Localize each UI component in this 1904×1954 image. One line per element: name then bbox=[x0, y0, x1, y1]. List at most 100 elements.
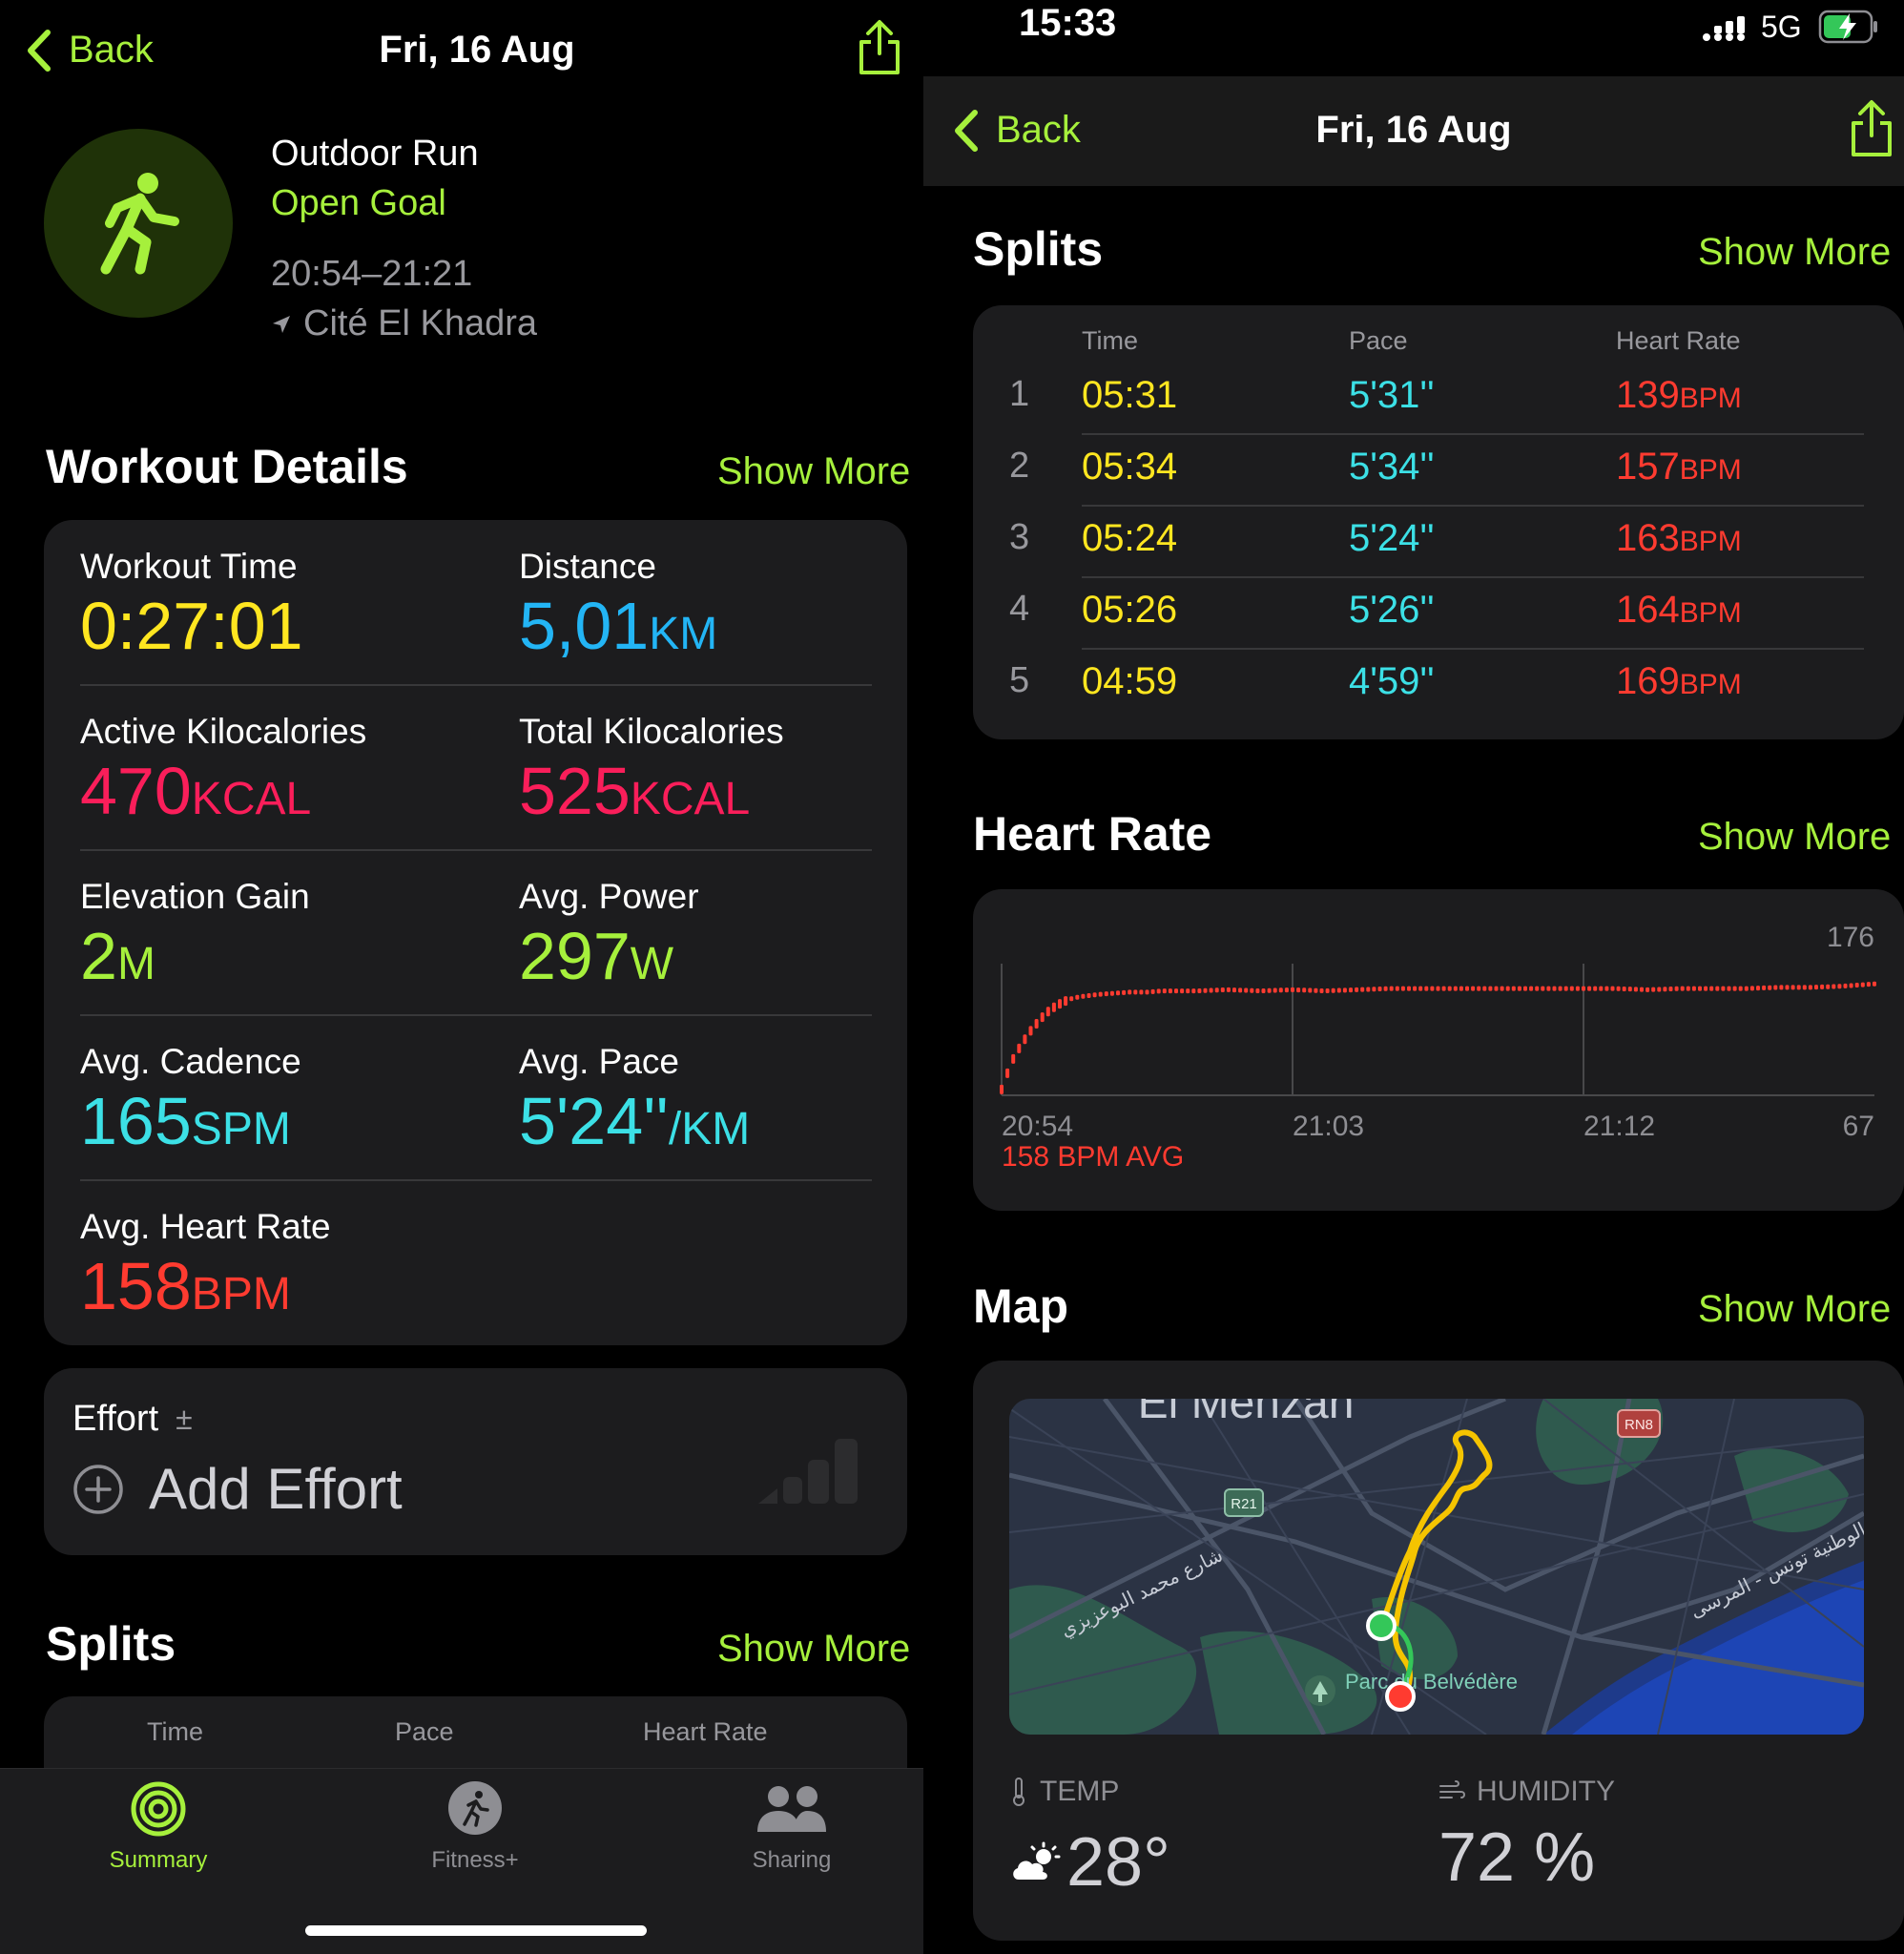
heart-rate-point bbox=[1168, 988, 1172, 994]
share-icon bbox=[859, 20, 900, 74]
metric-number: 2 bbox=[80, 919, 117, 993]
map-show-more[interactable]: Show More bbox=[1698, 1288, 1891, 1331]
heart-rate-point bbox=[1355, 987, 1359, 992]
metric-number: 470 bbox=[80, 754, 192, 828]
heart-rate-point bbox=[1023, 1034, 1027, 1045]
add-effort-label: Add Effort bbox=[149, 1457, 403, 1521]
heart-rate-point bbox=[1244, 987, 1249, 993]
heart-rate-point bbox=[1430, 986, 1435, 991]
heart-rate-point bbox=[1214, 987, 1219, 993]
heart-rate-point bbox=[1482, 986, 1487, 991]
chart-x-tick-label: 20:54 bbox=[1002, 1111, 1073, 1142]
heart-rate-point bbox=[1058, 999, 1062, 1009]
heart-rate-card: 20:54 21:03 21:12 176 67 158 BPM AVG bbox=[973, 889, 1904, 1211]
back-button[interactable]: Back bbox=[27, 29, 154, 72]
metric-unit: BPM bbox=[191, 1269, 291, 1320]
right-share-button[interactable] bbox=[1849, 99, 1894, 163]
heart-rate-point bbox=[1203, 987, 1208, 993]
plus-circle-icon bbox=[73, 1464, 123, 1514]
map-title: Map bbox=[973, 1279, 1068, 1333]
heart-rate-point bbox=[1663, 987, 1667, 992]
split-heart-rate-unit: BPM bbox=[1679, 383, 1742, 414]
battery-charging-icon bbox=[1818, 10, 1877, 44]
heart-rate-point bbox=[1709, 986, 1714, 991]
heart-rate-point bbox=[1680, 986, 1685, 991]
metric-divider bbox=[80, 1179, 872, 1181]
metric-value: 158BPM bbox=[80, 1253, 291, 1320]
tab-fitness-plus-label: Fitness+ bbox=[431, 1847, 519, 1873]
add-effort-button[interactable]: Add Effort bbox=[72, 1456, 403, 1522]
heart-rate-point bbox=[1238, 987, 1243, 993]
split-time: 04:59 bbox=[1082, 660, 1178, 702]
right-back-button[interactable]: Back bbox=[954, 109, 1081, 152]
metric-value: 0:27:01 bbox=[80, 592, 303, 659]
heart-rate-point bbox=[1308, 987, 1313, 993]
metric-divider bbox=[80, 849, 872, 851]
heart-rate-point bbox=[1150, 988, 1155, 994]
metric-number: 5'24'' bbox=[519, 1084, 669, 1158]
workout-type: Outdoor Run bbox=[271, 134, 479, 174]
fitness-plus-icon bbox=[448, 1781, 502, 1835]
heart-rate-point bbox=[1366, 987, 1371, 992]
right-back-label: Back bbox=[996, 109, 1081, 151]
heart-rate-point bbox=[1558, 986, 1563, 991]
chart-x-tick-label: 21:03 bbox=[1293, 1111, 1364, 1142]
split-pace: 5'24'' bbox=[1349, 517, 1435, 559]
heart-rate-point bbox=[1360, 987, 1365, 992]
splits-show-more[interactable]: Show More bbox=[1698, 231, 1891, 274]
heart-rate-point bbox=[1749, 986, 1754, 991]
metric-divider bbox=[80, 1014, 872, 1016]
heart-rate-point bbox=[1278, 987, 1283, 993]
heart-rate-point bbox=[1128, 989, 1132, 995]
metric-value: 297W bbox=[519, 923, 673, 989]
signal-icon bbox=[1703, 16, 1745, 41]
heart-rate-point bbox=[1837, 984, 1842, 989]
heart-rate-point bbox=[1296, 987, 1301, 993]
route-map[interactable]: RN8 R21 El Menzah شارع محمد البوعزيزي ال… bbox=[1009, 1399, 1864, 1735]
split-heart-rate-unit: BPM bbox=[1679, 454, 1742, 486]
heart-rate-point bbox=[1826, 984, 1831, 989]
effort-symbol: ± bbox=[176, 1402, 193, 1436]
metric-label: Active Kilocalories bbox=[80, 712, 367, 751]
metric-unit: KM bbox=[649, 609, 718, 659]
heart-rate-point bbox=[1459, 986, 1463, 991]
split-heart-rate: 157BPM bbox=[1616, 446, 1742, 488]
metric-label: Avg. Pace bbox=[519, 1042, 679, 1081]
heart-rate-point bbox=[1116, 990, 1120, 996]
heart-rate-point bbox=[1541, 986, 1545, 991]
splits-col-time: Time bbox=[1082, 326, 1138, 355]
heart-rate-point bbox=[1785, 985, 1790, 990]
heart-rate-point bbox=[1808, 985, 1812, 990]
splits-title: Splits bbox=[973, 222, 1104, 276]
metric-unit: /KM bbox=[668, 1104, 751, 1154]
heart-rate-point bbox=[1622, 986, 1626, 991]
heart-rate-point bbox=[1273, 987, 1277, 993]
split-divider bbox=[1082, 648, 1864, 650]
right-screen: 15:33 5G Back Fri, 16 Aug Splits Show Mo… bbox=[923, 0, 1904, 1954]
heart-rate-point bbox=[1453, 986, 1458, 991]
heart-rate-point bbox=[1005, 1068, 1010, 1078]
share-button[interactable] bbox=[857, 19, 902, 81]
heart-rate-point bbox=[1436, 986, 1440, 991]
heart-rate-point bbox=[1721, 986, 1726, 991]
split-divider bbox=[1082, 505, 1864, 507]
effort-card[interactable]: Effort ± Add Effort bbox=[44, 1368, 907, 1555]
split-heart-rate: 164BPM bbox=[1616, 589, 1742, 632]
left-splits-col-time: Time bbox=[147, 1717, 203, 1746]
heart-rate-point bbox=[1186, 988, 1190, 994]
heart-rate-point bbox=[1704, 986, 1708, 991]
split-pace: 5'31'' bbox=[1349, 374, 1435, 416]
heart-rate-point bbox=[1488, 986, 1493, 991]
heart-rate-point bbox=[1220, 987, 1225, 993]
left-splits-show-more[interactable]: Show More bbox=[717, 1628, 910, 1671]
heart-rate-point bbox=[1342, 987, 1347, 993]
people-icon bbox=[757, 1786, 826, 1832]
heart-rate-point bbox=[1156, 988, 1161, 994]
heart-rate-point bbox=[1336, 987, 1341, 993]
map-district-label: El Menzah bbox=[1138, 1399, 1355, 1428]
heart-rate-point bbox=[1651, 987, 1656, 992]
heart-rate-show-more[interactable]: Show More bbox=[1698, 816, 1891, 859]
heart-rate-point bbox=[1447, 986, 1452, 991]
split-heart-rate-unit: BPM bbox=[1679, 526, 1742, 557]
workout-details-show-more[interactable]: Show More bbox=[717, 450, 910, 493]
